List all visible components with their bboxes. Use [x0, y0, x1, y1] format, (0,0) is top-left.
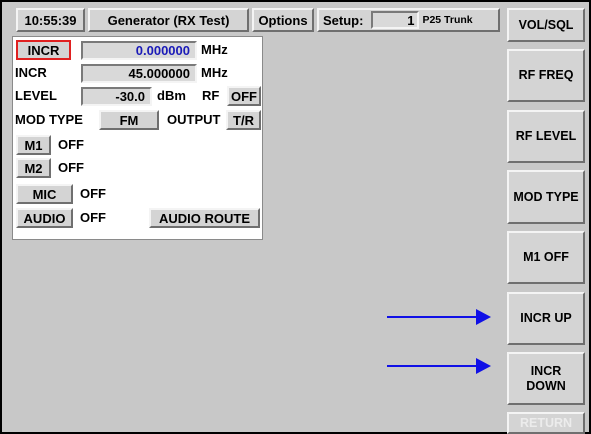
incr-button[interactable]: INCR: [16, 40, 71, 60]
softkey-rf-level[interactable]: RF LEVEL: [507, 110, 585, 163]
m1-button[interactable]: M1: [16, 135, 51, 155]
m2-state: OFF: [58, 160, 84, 175]
screen-frame: 10:55:39 Generator (RX Test) Options Set…: [0, 0, 591, 434]
m1-state: OFF: [58, 137, 84, 152]
level-label: LEVEL: [15, 88, 57, 103]
level-value-field[interactable]: -30.0: [81, 87, 152, 106]
clock-text: 10:55:39: [24, 12, 77, 28]
setup-number: 1: [407, 12, 415, 28]
setup-number-field[interactable]: 1: [371, 11, 420, 29]
softkey-incr-up[interactable]: INCR UP: [507, 292, 585, 345]
arrow-head-icon: [476, 309, 491, 325]
softkey-m1-off[interactable]: M1 OFF: [507, 231, 585, 284]
mod-type-value: FM: [119, 112, 139, 128]
audio-button[interactable]: AUDIO: [16, 208, 73, 228]
softkey-label: RETURN: [519, 415, 573, 430]
audio-route-button[interactable]: AUDIO ROUTE: [149, 208, 260, 228]
softkey-label: VOL/SQL: [518, 17, 574, 32]
mic-button[interactable]: MIC: [16, 184, 73, 204]
audio-button-label: AUDIO: [23, 210, 66, 226]
output-label: OUTPUT: [167, 112, 221, 127]
softkey-label: MOD TYPE: [513, 189, 579, 204]
screen-title-text: Generator (RX Test): [107, 12, 230, 28]
mod-type-button[interactable]: FM: [99, 110, 159, 130]
incr2-label: INCR: [15, 65, 47, 80]
softkey-label: RF LEVEL: [515, 129, 577, 143]
softkey-label: RF FREQ: [518, 68, 574, 82]
m2-button[interactable]: M2: [16, 158, 51, 178]
incr-value-field[interactable]: 0.000000: [81, 41, 197, 60]
m2-button-label: M2: [24, 160, 43, 176]
level-unit: dBm: [157, 88, 186, 103]
rf-state: OFF: [231, 88, 257, 104]
output-button[interactable]: T/R: [226, 110, 261, 130]
rf-state-button[interactable]: OFF: [227, 86, 261, 106]
rf-label: RF: [202, 88, 220, 103]
softkey-rf-freq[interactable]: RF FREQ: [507, 49, 585, 102]
clock-display: 10:55:39: [16, 8, 85, 32]
arrow-line: [387, 365, 477, 367]
softkey-vol-sql[interactable]: VOL/SQL: [507, 8, 585, 42]
incr2-unit: MHz: [201, 65, 228, 80]
generator-panel: INCR 0.000000 MHz INCR 45.000000 MHz LEV…: [12, 36, 263, 240]
incr-value: 0.000000: [135, 43, 190, 58]
softkey-label: INCR DOWN: [526, 363, 566, 393]
softkey-label: M1 OFF: [523, 250, 569, 264]
incr2-value: 45.000000: [128, 66, 190, 81]
softkey-label: INCR UP: [520, 311, 572, 325]
setup-bar: Setup: 1 P25 Trunk: [317, 8, 500, 32]
audio-state: OFF: [80, 210, 106, 225]
softkey-return[interactable]: RETURN: [507, 412, 585, 434]
output-value: T/R: [233, 112, 254, 128]
audio-route-label: AUDIO ROUTE: [159, 210, 250, 226]
options-label: Options: [258, 12, 308, 28]
softkey-mod-type[interactable]: MOD TYPE: [507, 170, 585, 224]
mic-state: OFF: [80, 186, 106, 201]
level-value: -30.0: [115, 89, 145, 104]
options-button[interactable]: Options: [252, 8, 314, 32]
mic-button-label: MIC: [32, 186, 57, 202]
m1-button-label: M1: [24, 137, 43, 153]
setup-name: P25 Trunk: [422, 14, 473, 26]
arrow-line: [387, 316, 477, 318]
incr-button-label: INCR: [27, 42, 60, 58]
softkey-incr-down[interactable]: INCR DOWN: [507, 352, 585, 405]
arrow-head-icon: [476, 358, 491, 374]
mod-type-label: MOD TYPE: [15, 112, 83, 127]
incr-unit: MHz: [201, 42, 228, 57]
setup-label: Setup:: [323, 12, 364, 28]
incr2-value-field[interactable]: 45.000000: [81, 64, 197, 83]
screen-title: Generator (RX Test): [88, 8, 249, 32]
